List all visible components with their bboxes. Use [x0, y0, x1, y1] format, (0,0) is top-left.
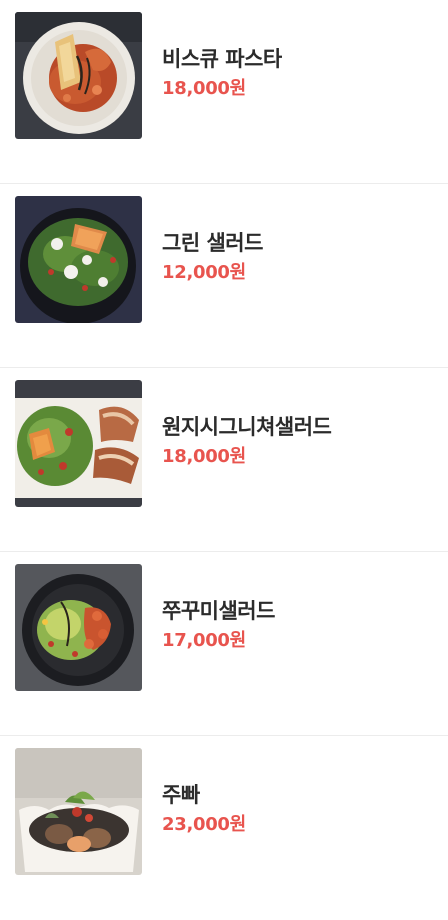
menu-item[interactable]: 그린 샐러드 12,000원 — [0, 184, 448, 368]
item-info: 주빠 23,000원 — [162, 780, 246, 838]
menu-item[interactable]: 주빠 23,000원 — [0, 736, 448, 920]
item-name: 원지시그니쳐샐러드 — [162, 415, 332, 439]
item-info: 원지시그니쳐샐러드 18,000원 — [162, 412, 332, 470]
menu-item[interactable]: 쭈꾸미샐러드 17,000원 — [0, 552, 448, 736]
item-price: 23,000원 — [162, 814, 246, 835]
bisque-pasta-photo — [15, 12, 142, 139]
item-info: 비스큐 파스타 18,000원 — [162, 44, 282, 102]
item-name: 비스큐 파스타 — [162, 47, 282, 71]
item-price: 17,000원 — [162, 630, 246, 651]
item-name: 그린 샐러드 — [162, 231, 263, 255]
menu-item[interactable]: 비스큐 파스타 18,000원 — [0, 0, 448, 184]
jjuppa-photo — [15, 748, 142, 875]
item-name: 쭈꾸미샐러드 — [162, 599, 275, 623]
item-price: 18,000원 — [162, 446, 246, 467]
signature-salad-photo — [15, 380, 142, 507]
item-price: 12,000원 — [162, 262, 246, 283]
item-info: 쭈꾸미샐러드 17,000원 — [162, 596, 275, 654]
menu-item[interactable]: 원지시그니쳐샐러드 18,000원 — [0, 368, 448, 552]
item-info: 그린 샐러드 12,000원 — [162, 228, 263, 286]
item-price: 18,000원 — [162, 78, 246, 99]
green-salad-photo — [15, 196, 142, 323]
menu-list: 비스큐 파스타 18,000원 그린 샐러드 12,000원 원지시그니쳐샐러드… — [0, 0, 448, 920]
item-name: 주빠 — [162, 783, 200, 807]
webfoot-octopus-salad-photo — [15, 564, 142, 691]
